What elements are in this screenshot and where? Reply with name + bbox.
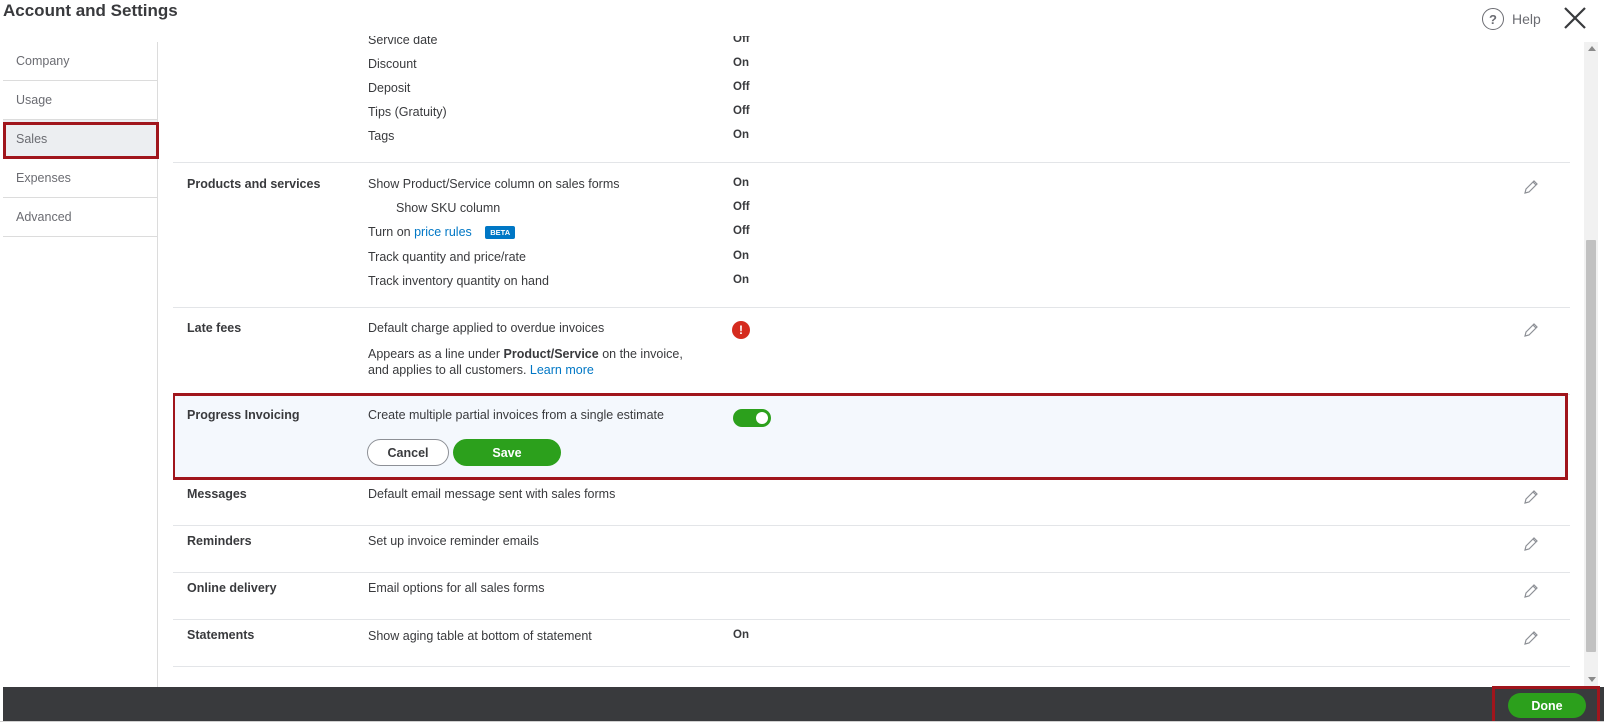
price-rules-row: Turn on price rules BETA — [368, 225, 516, 240]
scroll-up-arrow-icon[interactable] — [1588, 46, 1596, 51]
scroll-down-arrow-icon[interactable] — [1588, 677, 1596, 682]
section-statements[interactable]: Statements Show aging table at bottom of… — [173, 620, 1570, 667]
section-title: Products and services — [187, 177, 321, 191]
note-text: and applies to all customers. — [368, 363, 527, 377]
setting-value: On — [733, 57, 749, 69]
page-title: Account and Settings — [3, 1, 178, 20]
setting-label: Discount — [368, 57, 417, 71]
setting-label: Tags — [368, 129, 395, 143]
sidebar-item-advanced[interactable]: Advanced — [3, 198, 157, 237]
help-label: Help — [1512, 11, 1541, 27]
setting-label: Show SKU column — [396, 201, 501, 215]
note-text: on the invoice, — [602, 347, 683, 361]
note-text: Appears as a line under — [368, 347, 501, 361]
section-reminders[interactable]: Reminders Set up invoice reminder emails — [173, 526, 1570, 573]
section-title: Reminders — [187, 534, 252, 548]
sidebar-item-usage[interactable]: Usage — [3, 81, 157, 120]
settings-footer — [3, 687, 1604, 721]
late-fees-note-line2: and applies to all customers. Learn more — [368, 363, 594, 377]
scrollbar-thumb[interactable] — [1586, 240, 1596, 652]
setting-label: Set up invoice reminder emails — [368, 534, 539, 548]
setting-label: Turn on — [368, 225, 411, 239]
setting-label: Show Product/Service column on sales for… — [368, 177, 620, 191]
sidebar-item-company[interactable]: Company — [3, 42, 157, 81]
learn-more-link[interactable]: Learn more — [530, 363, 594, 377]
setting-value: On — [733, 250, 749, 262]
price-rules-link[interactable]: price rules — [414, 225, 472, 239]
section-title-progress-invoicing: Progress Invoicing — [187, 408, 300, 422]
save-button[interactable]: Save — [453, 439, 561, 466]
setting-label: Service date — [368, 36, 438, 47]
setting-value: Off — [733, 36, 750, 45]
setting-label: Deposit — [368, 81, 411, 95]
setting-label: Default charge applied to overdue invoic… — [368, 321, 605, 335]
edit-pencil-icon[interactable] — [1523, 489, 1539, 505]
setting-label: Track quantity and price/rate — [368, 250, 526, 264]
section-title: Messages — [187, 487, 247, 501]
edit-pencil-icon[interactable] — [1523, 179, 1539, 195]
setting-value: On — [733, 177, 749, 189]
beta-badge: BETA — [485, 226, 516, 240]
setting-label: Default email message sent with sales fo… — [368, 487, 616, 501]
setting-value: On — [733, 129, 749, 141]
setting-value: Off — [733, 81, 750, 93]
setting-label: Email options for all sales forms — [368, 581, 545, 595]
done-button[interactable]: Done — [1508, 693, 1586, 718]
sales-settings-content: Service date Off Discount On Deposit Off… — [173, 36, 1570, 686]
edit-pencil-icon[interactable] — [1523, 630, 1539, 646]
section-title: Statements — [187, 628, 255, 642]
section-messages[interactable]: Messages Default email message sent with… — [173, 479, 1570, 526]
cancel-button[interactable]: Cancel — [367, 439, 449, 466]
close-icon — [1564, 7, 1586, 29]
setting-value: Off — [733, 225, 750, 237]
section-products-services[interactable]: Products and services Show Product/Servi… — [173, 163, 1570, 308]
progress-invoicing-description: Create multiple partial invoices from a … — [368, 408, 664, 422]
setting-value: Off — [733, 105, 750, 117]
note-bold-text: Product/Service — [503, 347, 599, 361]
section-late-fees[interactable]: Late fees Default charge applied to over… — [173, 308, 1570, 395]
section-title: Online delivery — [187, 581, 277, 595]
close-button[interactable] — [1561, 4, 1589, 32]
setting-value: On — [733, 274, 749, 286]
setting-value: On — [733, 629, 749, 641]
sidebar-item-sales[interactable]: Sales — [3, 120, 157, 159]
section-progress-invoicing — [173, 393, 1568, 480]
edit-pencil-icon[interactable] — [1523, 322, 1539, 338]
bottom-strip — [0, 721, 1604, 727]
sidebar-item-expenses[interactable]: Expenses — [3, 159, 157, 198]
late-fees-note-line1: Appears as a line under Product/Service … — [368, 347, 683, 361]
help-button[interactable]: ? Help — [1482, 8, 1541, 30]
error-icon: ! — [732, 321, 750, 339]
section-online-delivery[interactable]: Online delivery Email options for all sa… — [173, 573, 1570, 620]
setting-value: Off — [733, 201, 750, 213]
setting-label: Show aging table at bottom of statement — [368, 629, 592, 643]
edit-pencil-icon[interactable] — [1523, 583, 1539, 599]
section-title: Late fees — [187, 321, 242, 335]
edit-pencil-icon[interactable] — [1523, 536, 1539, 552]
help-icon: ? — [1482, 8, 1504, 30]
progress-invoicing-toggle[interactable] — [733, 409, 771, 427]
setting-label: Tips (Gratuity) — [368, 105, 447, 119]
setting-label: Track inventory quantity on hand — [368, 274, 549, 288]
settings-sidebar: Company Usage Sales Expenses Advanced — [3, 42, 158, 687]
section-customization: Service date Off Discount On Deposit Off… — [173, 36, 1570, 163]
toggle-knob — [756, 412, 768, 424]
